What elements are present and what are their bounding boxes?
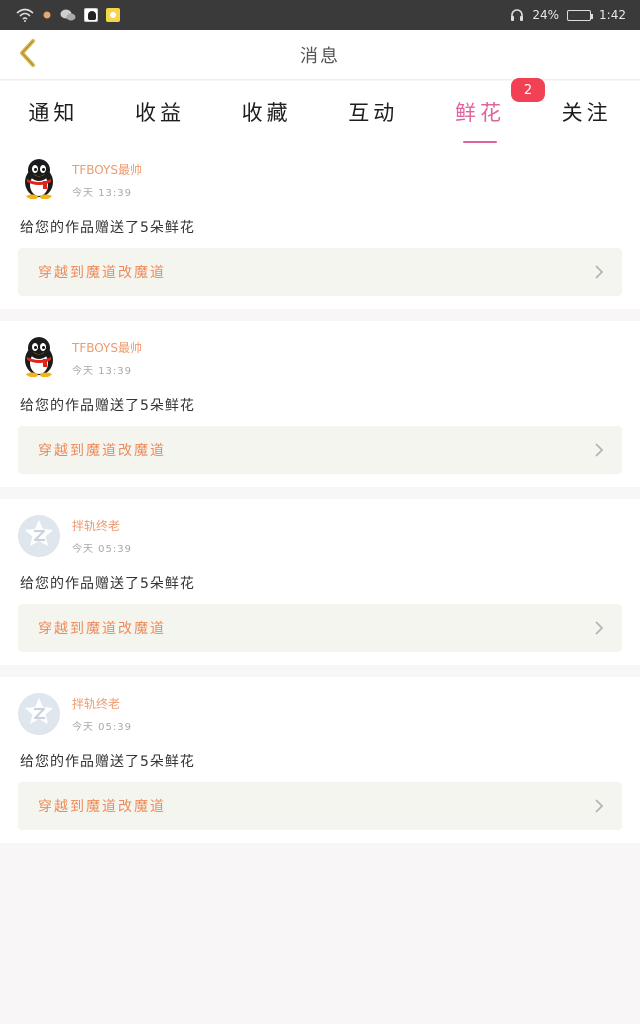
penguin-avatar-icon — [19, 159, 59, 201]
wechat-icon — [60, 8, 76, 22]
tab-label: 通知 — [28, 101, 79, 125]
user-meta: 拌轨终老 今天 05:39 — [72, 695, 132, 733]
username[interactable]: TFBOYS最帅 — [72, 161, 142, 178]
status-bar-right: 24% 1:42 — [510, 8, 626, 22]
status-bar-left — [16, 8, 120, 22]
headphones-icon — [510, 8, 524, 22]
tab-favorites[interactable]: 收藏 — [236, 93, 298, 131]
work-link[interactable]: 穿越到魔道改魔道 — [18, 782, 622, 830]
tab-follow[interactable]: 关注 — [556, 93, 618, 131]
message-text: 给您的作品赠送了5朵鲜花 — [20, 576, 195, 592]
username[interactable]: TFBOYS最帅 — [72, 339, 142, 356]
list-item: TFBOYS最帅 今天 13:39 给您的作品赠送了5朵鲜花 穿越到魔道改魔道 — [0, 321, 640, 487]
username[interactable]: 拌轨终老 — [72, 517, 132, 534]
tab-bar: 通知 收益 收藏 互动 鲜花 2 关注 — [0, 78, 640, 143]
tab-interactions[interactable]: 互动 — [342, 93, 404, 131]
tab-label: 收藏 — [241, 101, 292, 125]
avatar[interactable] — [18, 159, 60, 201]
unread-badge: 2 — [510, 78, 545, 102]
battery-percent: 24% — [532, 8, 560, 22]
tab-label: 鲜花 — [454, 101, 505, 125]
work-link[interactable]: 穿越到魔道改魔道 — [18, 604, 622, 652]
work-link[interactable]: 穿越到魔道改魔道 — [18, 426, 622, 474]
notification-dot-icon — [42, 10, 52, 20]
chevron-right-icon — [594, 442, 604, 458]
chevron-right-icon — [594, 620, 604, 636]
timestamp: 今天 05:39 — [72, 544, 132, 555]
avatar[interactable] — [18, 693, 60, 735]
tab-label: 关注 — [561, 101, 612, 125]
default-avatar-icon — [18, 515, 60, 557]
work-title: 穿越到魔道改魔道 — [38, 621, 166, 637]
clock: 1:42 — [599, 8, 626, 22]
timestamp: 今天 05:39 — [72, 722, 132, 733]
list-item: 拌轨终老 今天 05:39 给您的作品赠送了5朵鲜花 穿越到魔道改魔道 — [0, 499, 640, 665]
header-bar: 消息 — [0, 30, 640, 80]
username[interactable]: 拌轨终老 — [72, 695, 132, 712]
penguin-avatar-icon — [19, 337, 59, 379]
page-title: 消息 — [300, 45, 340, 67]
wifi-icon — [16, 8, 34, 22]
user-meta: TFBOYS最帅 今天 13:39 — [72, 339, 142, 377]
message-text: 给您的作品赠送了5朵鲜花 — [20, 754, 195, 770]
back-button[interactable] — [10, 38, 44, 72]
message-text: 给您的作品赠送了5朵鲜花 — [20, 398, 195, 414]
timestamp: 今天 13:39 — [72, 188, 132, 199]
tab-label: 收益 — [134, 101, 185, 125]
message-header: TFBOYS最帅 今天 13:39 — [18, 337, 142, 379]
timestamp: 今天 13:39 — [72, 366, 132, 377]
message-header: TFBOYS最帅 今天 13:39 — [18, 159, 142, 201]
chevron-left-icon — [17, 38, 37, 72]
message-header: 拌轨终老 今天 05:39 — [18, 693, 132, 735]
work-title: 穿越到魔道改魔道 — [38, 265, 166, 281]
emoji-app-icon — [106, 8, 120, 22]
message-header: 拌轨终老 今天 05:39 — [18, 515, 132, 557]
tab-flowers[interactable]: 鲜花 2 — [449, 78, 545, 143]
work-link[interactable]: 穿越到魔道改魔道 — [18, 248, 622, 296]
app-notification-icon — [84, 8, 98, 22]
work-title: 穿越到魔道改魔道 — [38, 443, 166, 459]
tab-notifications[interactable]: 通知 — [22, 93, 84, 131]
list-item: TFBOYS最帅 今天 13:39 给您的作品赠送了5朵鲜花 穿越到魔道改魔道 — [0, 143, 640, 309]
avatar[interactable] — [18, 337, 60, 379]
battery-icon — [567, 9, 594, 21]
tab-label: 互动 — [348, 101, 399, 125]
user-meta: 拌轨终老 今天 05:39 — [72, 517, 132, 555]
default-avatar-icon — [18, 693, 60, 735]
status-bar: 24% 1:42 — [0, 0, 640, 30]
work-title: 穿越到魔道改魔道 — [38, 799, 166, 815]
list-item: 拌轨终老 今天 05:39 给您的作品赠送了5朵鲜花 穿越到魔道改魔道 — [0, 677, 640, 843]
tab-earnings[interactable]: 收益 — [129, 93, 191, 131]
avatar[interactable] — [18, 515, 60, 557]
chevron-right-icon — [594, 264, 604, 280]
chevron-right-icon — [594, 798, 604, 814]
message-text: 给您的作品赠送了5朵鲜花 — [20, 220, 195, 236]
user-meta: TFBOYS最帅 今天 13:39 — [72, 161, 142, 199]
message-list: TFBOYS最帅 今天 13:39 给您的作品赠送了5朵鲜花 穿越到魔道改魔道 — [0, 143, 640, 843]
